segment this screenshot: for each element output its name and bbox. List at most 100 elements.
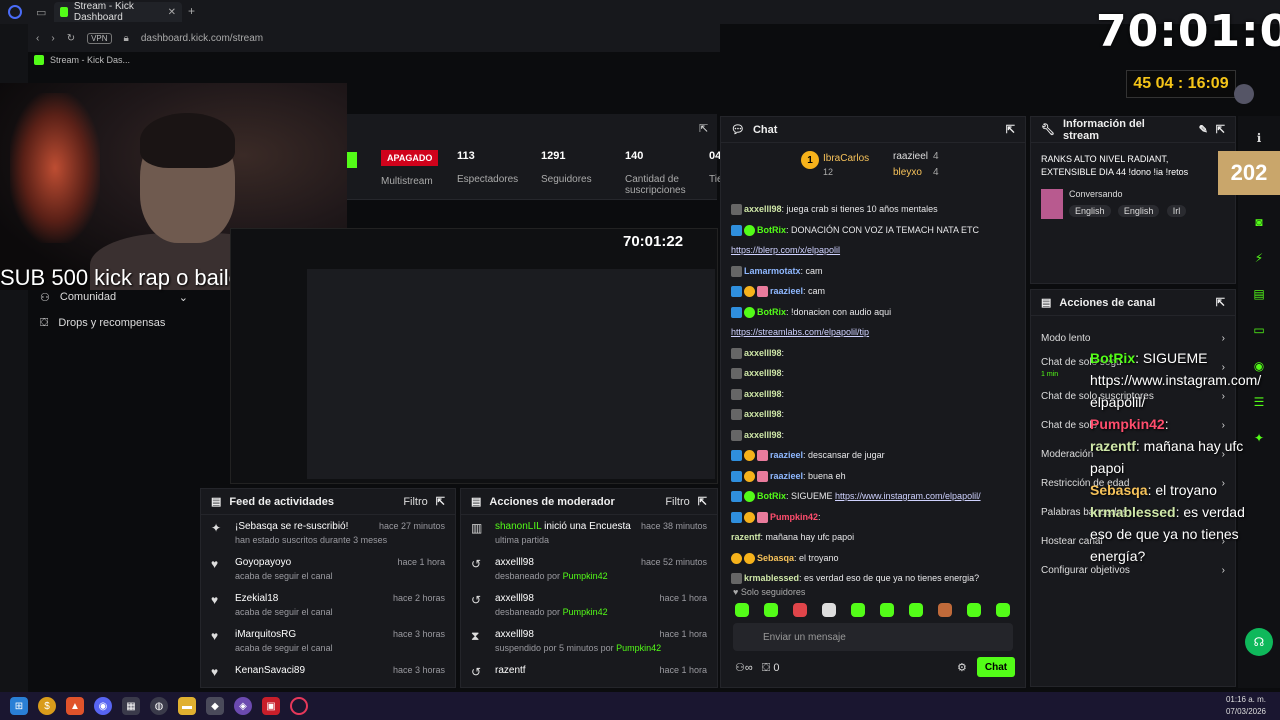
expand-icon[interactable]: ⇱	[1006, 123, 1015, 136]
mod-action-user[interactable]: razentf	[495, 665, 526, 676]
mod-action-by[interactable]: Pumpkin42	[563, 571, 608, 581]
emote-icon[interactable]	[880, 603, 894, 617]
chat-username[interactable]: raazieel	[770, 286, 803, 296]
expand-icon[interactable]: ⇱	[698, 495, 707, 508]
chat-username[interactable]: axxelll98	[744, 348, 782, 358]
store-icon[interactable]: ▦	[122, 697, 140, 715]
gear-icon[interactable]: ⚙	[957, 661, 967, 674]
chat-message[interactable]: raazieel: descansar de jugar	[731, 445, 1015, 466]
folder-icon[interactable]: ▬	[178, 697, 196, 715]
chat-message[interactable]: raazieel: cam	[731, 281, 1015, 302]
feed-item[interactable]: ♥ Ezekial18 hace 2 horas acaba de seguir …	[201, 587, 455, 623]
mod-action-item[interactable]: ⧗ axxelll98 hace 1 hora suspendido por 5 …	[461, 623, 717, 659]
tabs-menu-icon[interactable]: ▭	[36, 6, 46, 19]
multistream-label[interactable]: Multistream	[381, 176, 433, 187]
chat-message[interactable]: BotRix: DONACIÓN CON VOZ IA TEMACH NATA …	[731, 220, 1015, 241]
mod-filter-button[interactable]: Filtro	[665, 496, 689, 508]
opera-icon[interactable]	[290, 697, 308, 715]
chat-username[interactable]: BotRix	[757, 307, 786, 317]
chat-message[interactable]: axxelll98:	[731, 404, 1015, 425]
opera-icon[interactable]	[8, 5, 22, 19]
chat-link[interactable]: https://www.instagram.com/elpapolil/	[835, 491, 981, 501]
chat-username[interactable]: axxelll98	[744, 204, 782, 214]
send-chat-button[interactable]: Chat	[977, 657, 1015, 677]
second-gifter-name[interactable]: raazieel	[893, 151, 928, 162]
chat-username[interactable]: axxelll98	[744, 409, 782, 419]
emote-icon[interactable]	[764, 603, 778, 617]
chat-message[interactable]: raazieel: buena eh	[731, 466, 1015, 487]
chat-username[interactable]: axxelll98	[744, 368, 782, 378]
chat-input[interactable]: Enviar un mensaje	[733, 623, 1013, 651]
bolt-icon[interactable]: ⚡︎	[1245, 244, 1273, 272]
points-display[interactable]: ⚇∞ ⛋ 0	[735, 661, 779, 675]
chat-message[interactable]: razentf: mañana hay ufc papoi	[731, 527, 1015, 548]
coin-icon[interactable]: $	[38, 697, 56, 715]
avatar[interactable]	[1234, 84, 1254, 104]
mod-action-user[interactable]: axxelll98	[495, 593, 534, 604]
back-icon[interactable]: ‹	[36, 33, 39, 44]
chat-message[interactable]: krmablessed: es verdad eso de que ya no …	[731, 568, 1015, 589]
chat-icon[interactable]: ▭	[1245, 316, 1273, 344]
third-gifter-name[interactable]: bleyxo	[893, 167, 922, 178]
feed-filter-button[interactable]: Filtro	[403, 496, 427, 508]
chat-username[interactable]: krmablessed	[744, 573, 799, 583]
chat-message[interactable]: axxelll98:	[731, 363, 1015, 384]
info-icon[interactable]: ℹ	[1245, 124, 1273, 152]
obs-icon[interactable]: ◍	[150, 697, 168, 715]
chat-username[interactable]: raazieel	[770, 471, 803, 481]
feed-item[interactable]: ♥ iMarquitosRG hace 3 horas acaba de segu…	[201, 623, 455, 659]
pencil-icon[interactable]: ✎	[1199, 123, 1208, 136]
emote-icon[interactable]	[909, 603, 923, 617]
mod-action-item[interactable]: ▥ shanonLIL inició una Encuesta hace 38 m…	[461, 515, 717, 551]
feed-item[interactable]: ♥ KenanSavaci89 hace 3 horas	[201, 659, 455, 695]
chat-message[interactable]: axxelll98:	[731, 425, 1015, 446]
feed-item[interactable]: ✦ ¡Sebasqa se re-suscribió! hace 27 minut…	[201, 515, 455, 551]
reload-icon[interactable]: ↻	[67, 33, 75, 44]
emote-icon[interactable]	[822, 603, 836, 617]
stream-preview[interactable]: 70:01:22	[230, 228, 718, 484]
chat-link[interactable]: https://streamlabs.com/elpapolil/tip	[731, 327, 869, 337]
mod-action-user[interactable]: axxelll98	[495, 629, 534, 640]
feed-item[interactable]: ♥ Goyopayoyo hace 1 hora acaba de seguir …	[201, 551, 455, 587]
chat-username[interactable]: BotRix	[757, 225, 786, 235]
emote-icon[interactable]	[735, 603, 749, 617]
mod-action-item[interactable]: ↺ axxelll98 hace 1 hora desbaneado por Pu…	[461, 587, 717, 623]
close-icon[interactable]: ✕	[168, 7, 176, 18]
brave-icon[interactable]: ▲	[66, 697, 84, 715]
nav-item-drops[interactable]: ⛋ Drops y recompensas	[28, 310, 198, 336]
new-tab-icon[interactable]: +	[188, 4, 195, 18]
gamepad-icon[interactable]: ◆	[206, 697, 224, 715]
chat-message[interactable]: Sebasqa: el troyano	[731, 548, 1015, 569]
chat-username[interactable]: axxelll98	[744, 389, 782, 399]
emote-icon[interactable]	[938, 603, 952, 617]
chat-message[interactable]: BotRix: SIGUEME https://www.instagram.co…	[731, 486, 1015, 507]
clipboard-icon[interactable]: ▤	[1245, 280, 1273, 308]
chat-message[interactable]: Pumpkin42:	[731, 507, 1015, 528]
chat-link[interactable]: https://blerp.com/x/elpapolil	[731, 245, 840, 255]
chat-username[interactable]: BotRix	[757, 491, 786, 501]
chat-message[interactable]: axxelll98:	[731, 343, 1015, 364]
chat-message[interactable]: Lamarmotatx: cam	[731, 261, 1015, 282]
chat-message[interactable]: https://blerp.com/x/elpapolil	[731, 240, 1015, 261]
chat-username[interactable]: raazieel	[770, 450, 803, 460]
top-gifter-name[interactable]: IbraCarlos	[823, 153, 869, 164]
chat-username[interactable]: razentf	[731, 532, 761, 542]
browser-tab[interactable]: Stream - Kick Dashboard ✕	[54, 1, 182, 23]
expand-icon[interactable]: ⇱	[436, 495, 445, 508]
url-field[interactable]: dashboard.kick.com/stream	[141, 33, 263, 44]
emote-icon[interactable]	[967, 603, 981, 617]
bookmark-item[interactable]: Stream - Kick Das...	[50, 55, 130, 65]
nav-item-community[interactable]: ⚇ Comunidad ⌄	[28, 284, 198, 310]
mod-action-item[interactable]: ↺ axxelll98 hace 52 minutos desbaneado po…	[461, 551, 717, 587]
chat-username[interactable]: axxelll98	[744, 430, 782, 440]
mod-action-by[interactable]: Pumpkin42	[616, 643, 661, 653]
emote-icon[interactable]	[996, 603, 1010, 617]
expand-icon[interactable]: ⇱	[1216, 296, 1225, 309]
chat-message[interactable]: axxelll98: juega crab si tienes 10 años …	[731, 199, 1015, 220]
windows-icon[interactable]: ⊞	[10, 697, 28, 715]
chat-message[interactable]: axxelll98:	[731, 384, 1015, 405]
mod-action-user[interactable]: shanonLIL	[495, 521, 541, 532]
headset-icon[interactable]: ☊	[1245, 628, 1273, 656]
forward-icon[interactable]: ›	[51, 33, 54, 44]
mod-action-item[interactable]: ↺ razentf hace 1 hora	[461, 659, 717, 695]
